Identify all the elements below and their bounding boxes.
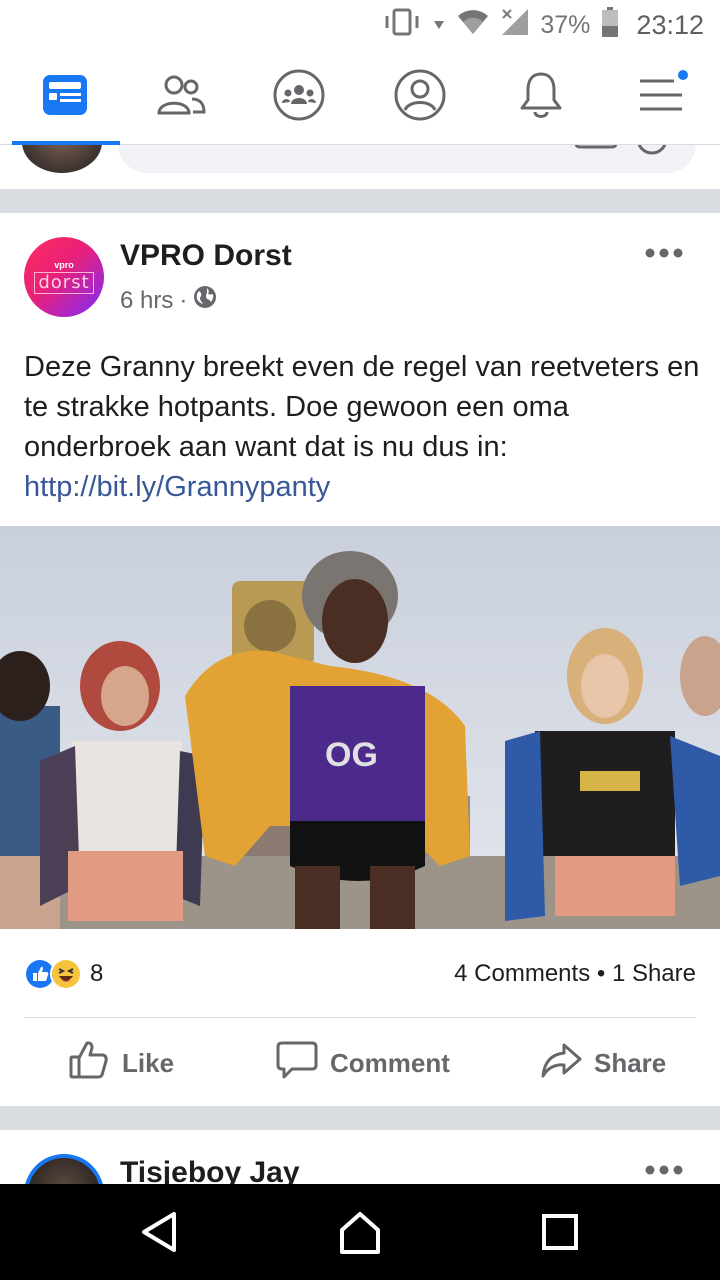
wifi-icon bbox=[456, 7, 490, 44]
composer-icons bbox=[574, 145, 674, 155]
avatar-text-small: vpro bbox=[54, 260, 74, 270]
cellular-signal-icon bbox=[500, 7, 530, 44]
post-meta: 6 hrs · bbox=[120, 285, 217, 316]
top-navigation bbox=[0, 50, 720, 145]
composer bbox=[0, 145, 720, 189]
page-avatar[interactable]: vpro dorst bbox=[24, 237, 104, 317]
more-options-icon[interactable] bbox=[644, 243, 684, 263]
comments-shares-count[interactable]: 4 Comments • 1 Share bbox=[454, 958, 696, 990]
data-arrow-icon bbox=[432, 7, 446, 44]
tab-news-feed[interactable] bbox=[6, 50, 124, 145]
actions-divider bbox=[24, 1017, 696, 1018]
comment-icon bbox=[276, 1039, 318, 1088]
recents-icon[interactable] bbox=[534, 1206, 586, 1258]
profile-avatar[interactable] bbox=[24, 1154, 104, 1184]
post-link[interactable]: http://bit.ly/Grannypanty bbox=[24, 471, 330, 503]
post-author[interactable]: Tisjeboy Jay bbox=[120, 1156, 300, 1184]
like-button[interactable]: Like bbox=[68, 1031, 174, 1095]
comment-button[interactable]: Comment bbox=[276, 1031, 450, 1095]
haha-reaction-icon bbox=[50, 958, 82, 990]
vibrate-icon bbox=[382, 7, 422, 44]
notifications-icon bbox=[518, 70, 564, 125]
post-time[interactable]: 6 hrs bbox=[120, 287, 173, 315]
user-avatar[interactable] bbox=[22, 145, 102, 173]
comment-label: Comment bbox=[330, 1047, 450, 1078]
battery-icon bbox=[600, 6, 620, 45]
share-button[interactable]: Share bbox=[540, 1031, 666, 1095]
share-label: Share bbox=[594, 1047, 667, 1078]
post-body: Deze Granny breekt even de regel van ree… bbox=[24, 351, 700, 463]
back-icon[interactable] bbox=[134, 1206, 186, 1258]
menu-icon bbox=[638, 75, 684, 120]
system-navigation-bar bbox=[0, 1184, 720, 1280]
post-image[interactable]: OG bbox=[0, 526, 720, 929]
menu-badge bbox=[676, 68, 690, 82]
home-icon[interactable] bbox=[334, 1206, 386, 1258]
status-bar: 37% 23:12 bbox=[0, 0, 720, 50]
friends-icon bbox=[156, 74, 206, 121]
battery-percent: 37% bbox=[540, 10, 591, 39]
tab-profile[interactable] bbox=[361, 50, 479, 145]
news-feed-icon bbox=[42, 74, 88, 121]
post-actions: Like Comment Share bbox=[0, 1031, 720, 1095]
post-text: Deze Granny breekt even de regel van ree… bbox=[24, 347, 704, 507]
clock: 23:12 bbox=[636, 9, 704, 40]
meta-separator: · bbox=[179, 286, 188, 314]
globe-icon bbox=[193, 285, 217, 316]
tab-groups[interactable] bbox=[240, 50, 358, 145]
svg-text:OG: OG bbox=[325, 736, 378, 774]
avatar-text-big: dorst bbox=[34, 272, 94, 294]
profile-icon bbox=[393, 68, 447, 127]
thumbs-up-icon bbox=[68, 1039, 110, 1088]
feed-post: vpro dorst VPRO Dorst 6 hrs · Deze Grann… bbox=[0, 213, 720, 1106]
tab-friends[interactable] bbox=[122, 50, 240, 145]
post-author[interactable]: VPRO Dorst bbox=[120, 239, 292, 273]
more-options-icon[interactable] bbox=[644, 1160, 684, 1180]
feed-post: Tisjeboy Jay bbox=[0, 1130, 720, 1184]
tab-notifications[interactable] bbox=[482, 50, 600, 145]
like-label: Like bbox=[122, 1047, 175, 1078]
feed-separator bbox=[0, 1106, 720, 1130]
groups-icon bbox=[272, 68, 326, 127]
feed-separator bbox=[0, 189, 720, 213]
share-arrow-icon bbox=[540, 1039, 582, 1088]
reactions-summary[interactable]: 8 bbox=[24, 958, 103, 990]
reaction-count: 8 bbox=[90, 960, 104, 987]
tab-menu[interactable] bbox=[602, 50, 720, 145]
